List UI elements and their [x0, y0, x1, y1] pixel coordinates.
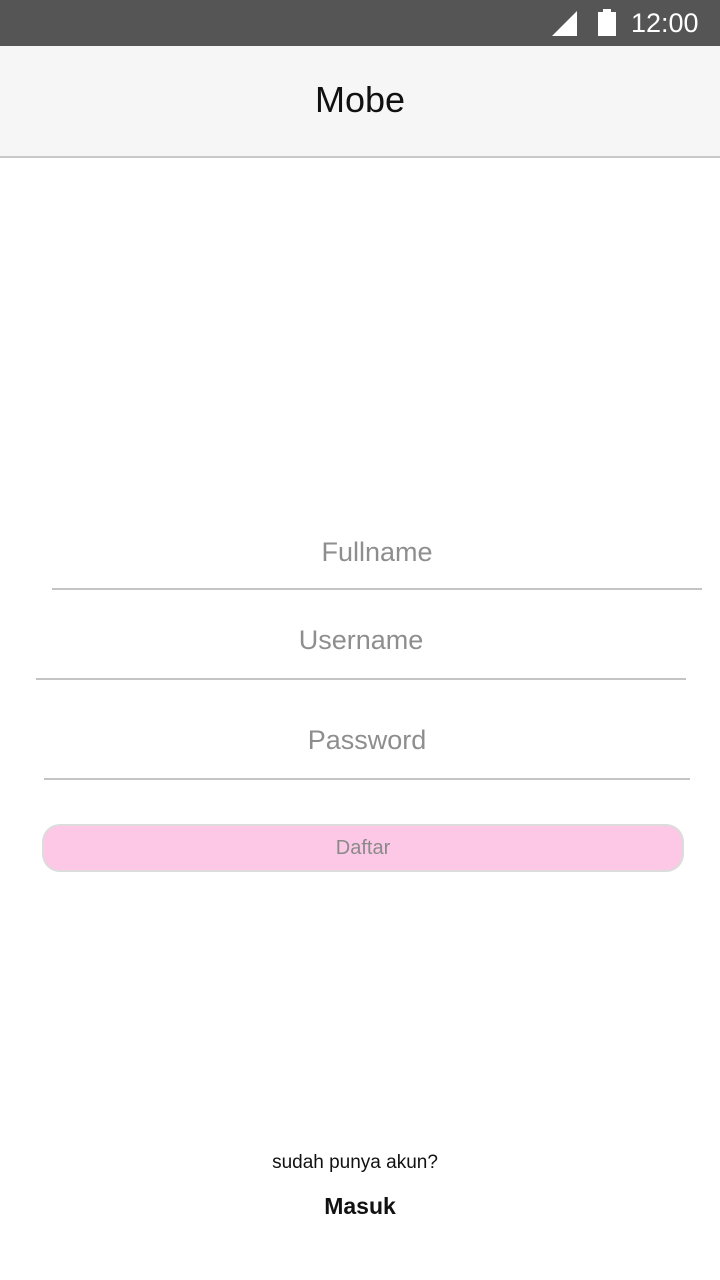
app-title: Mobe	[314, 79, 406, 120]
password-input[interactable]	[44, 702, 690, 778]
status-clock: 12:00	[631, 8, 699, 38]
have-account-prompt: sudah punya akun?	[272, 1152, 438, 1173]
signal-icon	[552, 11, 577, 36]
login-link[interactable]: Masuk	[0, 1191, 720, 1221]
fullname-field	[52, 512, 702, 590]
username-input[interactable]	[36, 602, 686, 678]
fullname-input[interactable]	[52, 512, 702, 588]
register-button[interactable]: Daftar	[42, 824, 684, 872]
username-field	[36, 602, 686, 680]
app-bar: Mobe	[0, 46, 720, 158]
register-screen: 12:00 Mobe Daftar sudah punya akun? Masu…	[0, 0, 720, 1280]
status-bar: 12:00	[0, 0, 720, 46]
battery-icon	[598, 9, 616, 36]
password-field	[44, 702, 690, 780]
